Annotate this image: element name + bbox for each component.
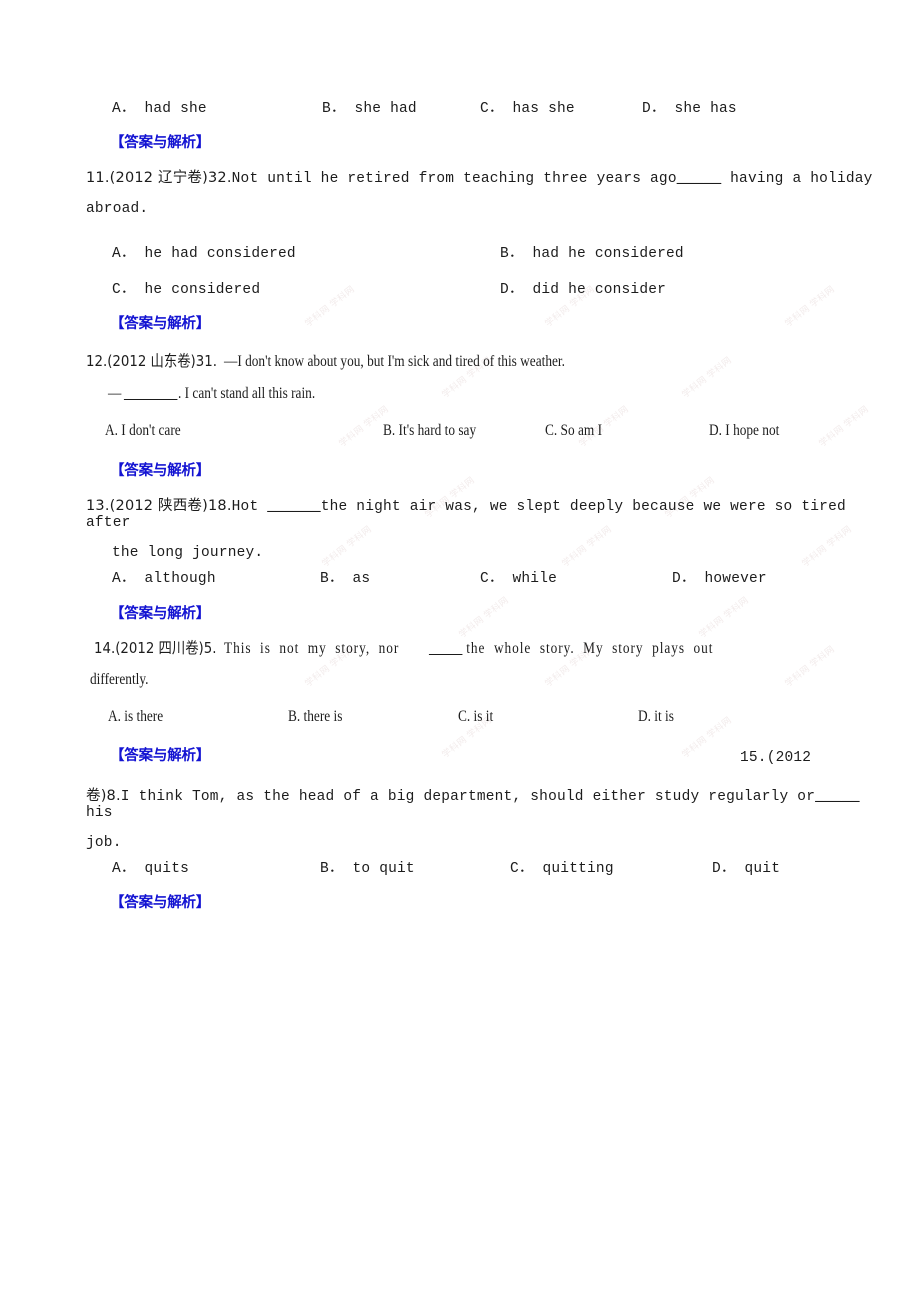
question-11-stem-text: Not until he retired from teaching three… bbox=[231, 171, 677, 187]
answer-tag[interactable]: 【答案与解析】 bbox=[110, 312, 210, 333]
question-11-stem-line-1: 11.(2012 辽宁卷)32.Not until he retired fro… bbox=[86, 166, 876, 187]
question-15-blank: _____ bbox=[815, 789, 860, 805]
question-15-stem-line-1: 卷)8.I think Tom, as the head of a big de… bbox=[86, 784, 886, 821]
question-12-prefix: 12.(2012 山东卷)31. bbox=[86, 352, 217, 370]
question-12-dash: — bbox=[108, 385, 125, 402]
option-c[interactable]: C． quitting bbox=[510, 856, 614, 877]
option-c[interactable]: C． while bbox=[480, 566, 557, 587]
option-d[interactable]: D． however bbox=[672, 566, 767, 587]
option-d[interactable]: D. I hope not bbox=[709, 422, 779, 440]
option-c[interactable]: C． has she bbox=[480, 96, 575, 117]
options-row-q11-top: A． he had considered B． had he considere… bbox=[112, 241, 912, 262]
question-13-stem-line-1: 13.(2012 陕西卷)18.Hot ______the night air … bbox=[86, 494, 886, 531]
option-a[interactable]: A. is there bbox=[108, 708, 163, 726]
answer-tag[interactable]: 【答案与解析】 bbox=[110, 891, 210, 912]
question-13-stem-head: Hot bbox=[231, 499, 268, 515]
answer-tag[interactable]: 【答案与解析】 bbox=[110, 131, 210, 152]
question-15-prefix-right: 15.(2012 bbox=[740, 750, 812, 766]
answer-tag[interactable]: 【答案与解析】 bbox=[110, 602, 210, 623]
question-15-stem-tail: his bbox=[86, 805, 113, 821]
question-11-blank: _____ bbox=[676, 171, 722, 187]
question-14-blank: _____ bbox=[429, 640, 463, 657]
options-row-q11-bottom: C． he considered D． did he consider bbox=[112, 277, 912, 298]
option-c[interactable]: C. is it bbox=[458, 708, 493, 726]
question-15-prefix-continued: 卷)8. bbox=[86, 788, 121, 804]
question-13-stem-line-2: the long journey. bbox=[112, 545, 264, 561]
watermark-mark: 学科网 学科网 bbox=[696, 594, 751, 640]
option-b[interactable]: B. It's hard to say bbox=[383, 422, 476, 440]
question-13-blank: ______ bbox=[267, 499, 321, 515]
question-11-prefix: 11.(2012 辽宁卷)32. bbox=[86, 170, 232, 186]
option-a[interactable]: A． had she bbox=[112, 96, 207, 117]
option-a[interactable]: A． although bbox=[112, 566, 216, 587]
question-14-stem-tail: the whole story. My story plays out bbox=[461, 640, 714, 657]
option-b[interactable]: B． to quit bbox=[320, 856, 415, 877]
question-15: 卷)8.I think Tom, as the head of a big de… bbox=[86, 784, 886, 851]
option-a[interactable]: A. I don't care bbox=[105, 422, 181, 440]
question-14-stem-line-2: differently. bbox=[90, 671, 149, 688]
option-c[interactable]: C. So am I bbox=[545, 422, 602, 440]
option-d[interactable]: D． did he consider bbox=[500, 277, 666, 298]
option-b[interactable]: B． had he considered bbox=[500, 241, 684, 262]
option-b[interactable]: B． as bbox=[320, 566, 370, 587]
question-11: 11.(2012 辽宁卷)32.Not until he retired fro… bbox=[86, 166, 876, 217]
option-c[interactable]: C． he considered bbox=[112, 277, 260, 298]
question-12-stem-line-1: 12.(2012 山东卷)31. —I don't know about you,… bbox=[86, 349, 906, 370]
question-11-stem-line-2: abroad. bbox=[86, 201, 149, 217]
options-row-q12: A. I don't care B. It's hard to say C. S… bbox=[105, 422, 905, 442]
options-row-q14: A. is there B. there is C. is it D. it i… bbox=[108, 708, 908, 728]
option-d[interactable]: D． quit bbox=[712, 856, 780, 877]
option-a[interactable]: A． he had considered bbox=[112, 241, 296, 262]
option-d[interactable]: D． she has bbox=[642, 96, 737, 117]
question-12: 12.(2012 山东卷)31. —I don't know about you,… bbox=[86, 349, 906, 370]
options-row-q10: A． had she B． she had C． has she D． she … bbox=[112, 96, 912, 117]
question-13-prefix: 13.(2012 陕西卷)18. bbox=[86, 498, 232, 514]
question-12-blank: ________ bbox=[124, 385, 178, 402]
answer-tag[interactable]: 【答案与解析】 bbox=[110, 744, 210, 765]
option-b[interactable]: B. there is bbox=[288, 708, 342, 726]
option-d[interactable]: D. it is bbox=[638, 708, 674, 726]
question-11-stem-tail: having a holiday bbox=[721, 171, 873, 187]
watermark-mark: 学科网 学科网 bbox=[456, 594, 511, 640]
question-15-stem-text: I think Tom, as the head of a big depart… bbox=[120, 789, 816, 805]
question-15-stem-line-2: job. bbox=[86, 835, 122, 851]
question-14-stem-line-1: 14.(2012 四川卷)5. This is not my story, nor… bbox=[94, 636, 914, 657]
question-13: 13.(2012 陕西卷)18.Hot ______the night air … bbox=[86, 494, 886, 561]
question-12-stem-text: —I don't know about you, but I'm sick an… bbox=[224, 353, 566, 370]
option-a[interactable]: A． quits bbox=[112, 856, 189, 877]
answer-tag[interactable]: 【答案与解析】 bbox=[110, 459, 210, 480]
options-row-q15: A． quits B． to quit C． quitting D． quit bbox=[112, 856, 912, 877]
question-14-stem-head: This is not my story, nor bbox=[224, 640, 404, 657]
document-page: 学科网 学科网 学科网 学科网 学科网 学科网 学科网 学科网 学科网 学科网 学科网 学… bbox=[0, 0, 920, 1302]
question-14: 14.(2012 四川卷)5. This is not my story, nor… bbox=[94, 636, 914, 657]
question-12-stem-line-2: — ________. I can't stand all this rain. bbox=[108, 385, 338, 403]
question-12-stem-tail: . I can't stand all this rain. bbox=[178, 385, 316, 402]
option-b[interactable]: B． she had bbox=[322, 96, 417, 117]
options-row-q13: A． although B． as C． while D． however bbox=[112, 566, 912, 587]
question-14-prefix: 14.(2012 四川卷)5. bbox=[94, 639, 217, 657]
